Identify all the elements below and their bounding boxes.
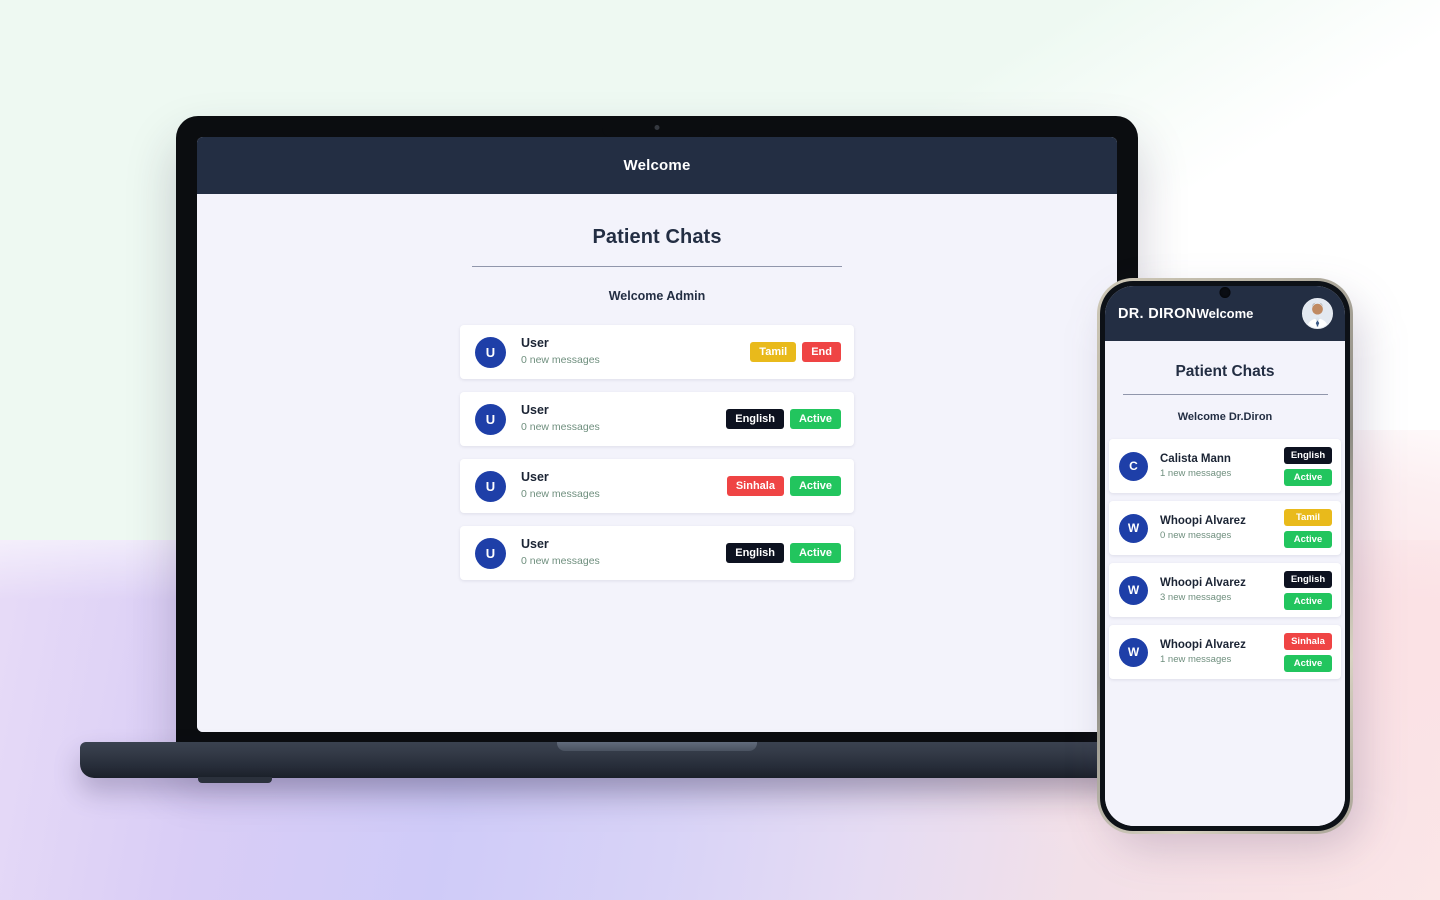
chat-badges: English Active: [726, 543, 841, 563]
badge-active[interactable]: Active: [789, 409, 841, 429]
badge-sinhala[interactable]: Sinhala: [726, 476, 784, 496]
chat-user-name: Whoopi Alvarez: [1160, 515, 1246, 527]
badge-tamil[interactable]: Tamil: [750, 342, 797, 362]
chat-meta: Whoopi Alvarez 3 new messages: [1160, 576, 1284, 604]
laptop-device: Welcome Patient Chats Welcome Admin U Use…: [80, 116, 1234, 783]
chat-meta: Calista Mann 1 new messages: [1160, 452, 1284, 480]
chat-badges: English Active: [1284, 446, 1332, 486]
doctor-avatar-icon: [1303, 299, 1332, 328]
chat-message-count: 0 new messages: [521, 354, 600, 366]
chat-list-item[interactable]: W Whoopi Alvarez 3 new messages English Acti…: [1109, 563, 1341, 617]
chat-avatar: C: [1119, 451, 1148, 481]
chat-meta: User 0 new messages: [521, 336, 750, 368]
laptop-lid: Welcome Patient Chats Welcome Admin U Use…: [176, 116, 1138, 756]
badge-active[interactable]: Active: [1284, 530, 1332, 548]
laptop-chat-list: U User 0 new messages Tamil End U User 0 new me…: [460, 325, 854, 580]
badge-active[interactable]: Active: [789, 476, 841, 496]
chat-list-item[interactable]: U User 0 new messages Sinhala Active: [460, 459, 854, 513]
chat-list-item[interactable]: U User 0 new messages English Active: [460, 526, 854, 580]
badge-active[interactable]: Active: [1284, 592, 1332, 610]
phone-bezel: DR. DIRON Welcome Patient Chats Welcome …: [1100, 281, 1350, 831]
chat-avatar: W: [1119, 513, 1148, 543]
chat-badges: Sinhala Active: [1284, 632, 1332, 672]
badge-english[interactable]: English: [1284, 446, 1332, 464]
chat-avatar: W: [1119, 637, 1148, 667]
laptop-base: [80, 742, 1234, 783]
badge-english[interactable]: English: [726, 543, 784, 563]
chat-message-count: 0 new messages: [521, 421, 600, 433]
laptop-foot: [198, 777, 272, 783]
chat-message-count: 1 new messages: [1160, 654, 1232, 665]
laptop-camera-icon: [654, 125, 660, 130]
chat-meta: Whoopi Alvarez 0 new messages: [1160, 514, 1284, 542]
chat-badges: Tamil Active: [1284, 508, 1332, 548]
doctor-avatar[interactable]: [1302, 298, 1333, 329]
chat-message-count: 1 new messages: [1160, 468, 1232, 479]
chat-user-name: User: [521, 336, 549, 350]
phone-device: DR. DIRON Welcome Patient Chats Welcome …: [1097, 278, 1361, 846]
chat-meta: Whoopi Alvarez 1 new messages: [1160, 638, 1284, 666]
badge-english[interactable]: English: [1284, 570, 1332, 588]
chat-list-item[interactable]: W Whoopi Alvarez 0 new messages Tamil Active: [1109, 501, 1341, 555]
phone-app-body: Patient Chats Welcome Dr.Diron C Calista …: [1105, 341, 1345, 826]
phone-chat-list: C Calista Mann 1 new messages English Active…: [1109, 439, 1341, 679]
laptop-camera-notch: [602, 116, 712, 137]
chat-badges: English Active: [1284, 570, 1332, 610]
laptop-app-body: Patient Chats Welcome Admin U User 0 new m…: [197, 194, 1117, 732]
phone-header-title: Welcome: [1196, 306, 1254, 321]
phone-brand-label: DR. DIRON: [1118, 305, 1197, 322]
chat-message-count: 3 new messages: [1160, 592, 1232, 603]
chat-avatar: U: [475, 470, 506, 502]
chat-meta: User 0 new messages: [521, 537, 726, 569]
laptop-base-notch: [557, 742, 757, 751]
badge-sinhala[interactable]: Sinhala: [1284, 632, 1332, 650]
laptop-header-title: Welcome: [623, 157, 691, 174]
chat-list-item[interactable]: U User 0 new messages English Active: [460, 392, 854, 446]
phone-welcome-text: Welcome Dr.Diron: [1177, 411, 1273, 423]
chat-badges: Tamil End: [750, 342, 841, 362]
chat-avatar: W: [1119, 575, 1148, 605]
badge-active[interactable]: Active: [789, 543, 841, 563]
chat-message-count: 0 new messages: [521, 488, 600, 500]
chat-badges: Sinhala Active: [726, 476, 841, 496]
chat-badges: English Active: [726, 409, 841, 429]
chat-avatar: U: [475, 537, 506, 569]
chat-user-name: User: [521, 470, 549, 484]
badge-end[interactable]: End: [802, 342, 841, 362]
chat-meta: User 0 new messages: [521, 470, 727, 502]
badge-tamil[interactable]: Tamil: [1284, 508, 1332, 526]
laptop-screen: Welcome Patient Chats Welcome Admin U Use…: [197, 137, 1117, 732]
chat-user-name: User: [521, 403, 549, 417]
chat-user-name: Whoopi Alvarez: [1160, 577, 1246, 589]
laptop-title-divider: [472, 266, 842, 267]
laptop-app-header: Welcome: [197, 137, 1117, 194]
laptop-welcome-text: Welcome Admin: [608, 289, 706, 303]
chat-message-count: 0 new messages: [521, 555, 600, 567]
laptop-page-title: Patient Chats: [592, 226, 722, 248]
chat-message-count: 0 new messages: [1160, 530, 1232, 541]
phone-title-divider: [1122, 394, 1328, 395]
chat-user-name: Whoopi Alvarez: [1160, 639, 1246, 651]
phone-front-camera-icon: [1219, 287, 1231, 298]
chat-meta: User 0 new messages: [521, 403, 726, 435]
badge-active[interactable]: Active: [1284, 654, 1332, 672]
badge-english[interactable]: English: [726, 409, 784, 429]
phone-frame: DR. DIRON Welcome Patient Chats Welcome …: [1097, 278, 1353, 834]
badge-active[interactable]: Active: [1284, 468, 1332, 486]
chat-list-item[interactable]: U User 0 new messages Tamil End: [460, 325, 854, 379]
phone-page-title: Patient Chats: [1175, 363, 1275, 380]
mockup-stage: Welcome Patient Chats Welcome Admin U Use…: [0, 0, 1440, 900]
phone-screen: DR. DIRON Welcome Patient Chats Welcome …: [1105, 286, 1345, 826]
chat-user-name: Calista Mann: [1160, 453, 1231, 465]
chat-list-item[interactable]: C Calista Mann 1 new messages English Active: [1109, 439, 1341, 493]
chat-user-name: User: [521, 537, 549, 551]
chat-list-item[interactable]: W Whoopi Alvarez 1 new messages Sinhala Acti…: [1109, 625, 1341, 679]
chat-avatar: U: [475, 336, 506, 368]
chat-avatar: U: [475, 403, 506, 435]
